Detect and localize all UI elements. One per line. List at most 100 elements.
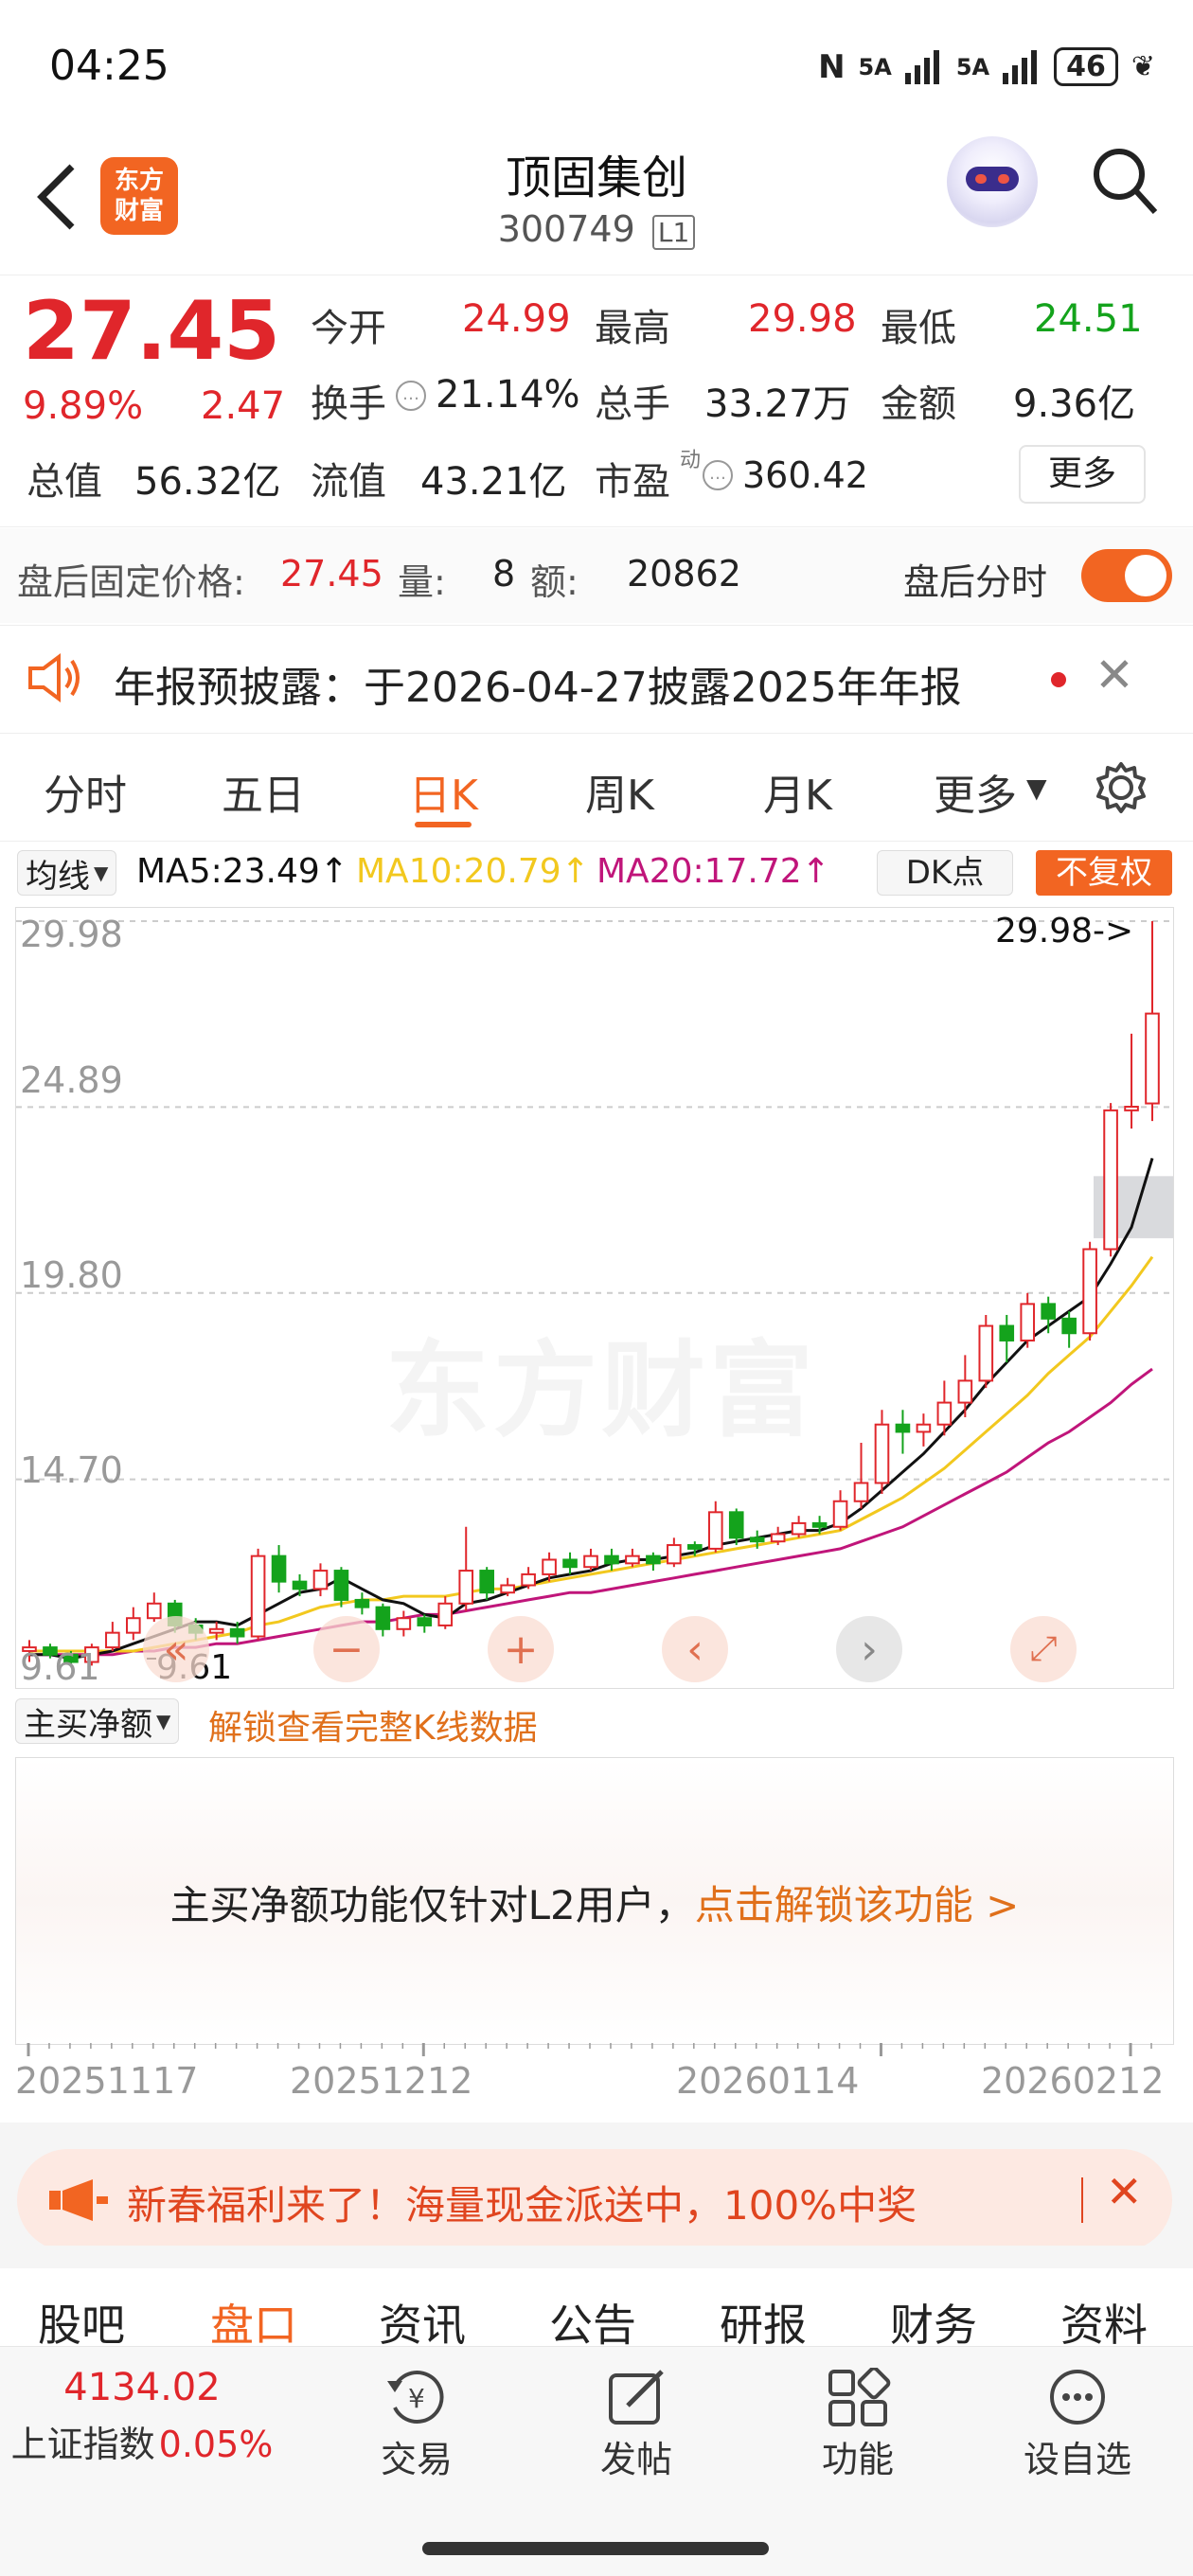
search-icon[interactable] — [1091, 146, 1159, 218]
signal-icon-2: 5A — [955, 53, 990, 80]
promo-banner[interactable]: 新春福利来了！海量现金派送中，100%中奖 ✕ — [17, 2149, 1172, 2251]
candle-up — [791, 1521, 807, 1536]
signal-bars-icon-2 — [1003, 49, 1038, 84]
section-tab-news[interactable]: 资讯 — [379, 2291, 466, 2354]
megaphone-icon — [49, 2179, 108, 2221]
ma10-value: MA10:20.79↑ — [356, 852, 590, 891]
market-cap-value: 56.32亿 — [134, 460, 281, 504]
ma-selector-label: 均线 — [26, 857, 90, 896]
candle-up — [458, 1570, 474, 1605]
prev-icon[interactable]: ‹ — [662, 1616, 728, 1682]
stock-title-block: 顶固集创 300749 L1 — [360, 140, 833, 250]
high-marker: 29.98-> — [995, 912, 1134, 950]
candle-up — [1082, 1248, 1097, 1335]
candle-down — [479, 1570, 494, 1594]
stock-header: 东方 财富 顶固集创 300749 L1 — [0, 133, 1193, 275]
notice-bar[interactable]: 年报预披露：于2026-04-27披露2025年年报 ✕ — [0, 629, 1193, 731]
section-tab-announcements[interactable]: 公告 — [549, 2291, 636, 2354]
y-label-4: 14.70 — [20, 1449, 123, 1491]
x-axis-ticks — [27, 2043, 1152, 2056]
l2-unlock-link[interactable]: 点击解锁该功能 > — [695, 1882, 1020, 1928]
back-icon[interactable] — [34, 161, 78, 233]
robot-assistant-icon[interactable] — [947, 136, 1038, 227]
speaker-icon — [28, 653, 80, 702]
close-icon[interactable]: ✕ — [1095, 648, 1134, 702]
candle-down — [1061, 1317, 1077, 1335]
tab-monthly-k[interactable]: 月K — [763, 761, 832, 822]
candle-down — [562, 1558, 578, 1569]
candle-up — [521, 1572, 536, 1587]
tab-more[interactable]: 更多 — [934, 761, 1017, 822]
tab-daily-k[interactable]: 日K — [409, 761, 478, 822]
nav-add-watchlist[interactable]: 设自选 — [1021, 2368, 1134, 2482]
ma20-value: MA20:17.72↑ — [596, 852, 830, 891]
signal-bars-icon — [904, 49, 939, 84]
candle-down — [292, 1580, 308, 1590]
edit-icon — [609, 2370, 664, 2425]
section-tab-profile[interactable]: 资料 — [1060, 2291, 1148, 2354]
ma-selector[interactable]: 均线 ▼ — [17, 850, 117, 896]
section-tab-quote[interactable]: 盘口 — [210, 2291, 297, 2354]
zoom-in-icon[interactable]: + — [488, 1616, 554, 1682]
current-price: 27.45 — [23, 284, 281, 379]
high-label: 最高 — [595, 307, 670, 350]
candle-down — [999, 1324, 1015, 1341]
more-button[interactable]: 更多 — [1019, 445, 1146, 504]
promo-text: 新春福利来了！海量现金派送中，100%中奖 — [127, 2182, 917, 2229]
adjust-button[interactable]: 不复权 — [1036, 850, 1172, 896]
app-logo: 东方 财富 — [100, 157, 178, 235]
kline-chart[interactable]: 东方财富 29.98 24.89 19.80 14.70 9.61 29.98-… — [15, 907, 1174, 1689]
promo-close-icon[interactable]: ✕ — [1106, 2166, 1143, 2217]
candle-up — [978, 1324, 994, 1382]
more-dots-icon — [1050, 2370, 1105, 2425]
after-hours-toggle[interactable] — [1081, 549, 1172, 602]
nfc-icon: N — [818, 47, 846, 86]
change-percent: 9.89% — [23, 384, 144, 428]
tab-timeshare[interactable]: 分时 — [44, 761, 127, 822]
nav-functions[interactable]: 功能 — [801, 2366, 915, 2482]
scroll-left-end-icon[interactable]: « — [143, 1616, 209, 1682]
candle-up — [437, 1602, 454, 1626]
pe-info-icon[interactable]: … — [703, 460, 733, 490]
after-hours-timeshare-label: 盘后分时 — [903, 561, 1048, 603]
y-label-min: 9.61 — [20, 1646, 100, 1688]
after-hours-vol-label: 量: — [398, 561, 446, 603]
nav-trade[interactable]: ¥ 交易 — [360, 2368, 473, 2482]
turnover-value: 21.14% — [436, 373, 580, 417]
y-label-max: 29.98 — [20, 914, 123, 955]
amount-value: 9.36亿 — [1013, 382, 1136, 426]
tab-weekly-k[interactable]: 周K — [585, 761, 654, 822]
zoom-out-icon[interactable]: − — [313, 1616, 380, 1682]
signal-icon: 5A — [858, 53, 892, 80]
status-bar: 04:25 N 5A 5A 46 ❦ — [0, 0, 1193, 133]
next-icon[interactable]: › — [836, 1616, 902, 1682]
home-indicator — [422, 2542, 769, 2555]
tab-more-caret-icon[interactable]: ▼ — [1026, 773, 1047, 804]
dk-point-button[interactable]: DK点 — [877, 850, 1013, 896]
x-label-1: 20251117 — [15, 2060, 199, 2102]
candle-down — [749, 1537, 765, 1543]
section-tab-finance[interactable]: 财务 — [890, 2291, 977, 2354]
nav-add-watchlist-label: 设自选 — [1023, 2439, 1131, 2480]
info-icon[interactable]: … — [396, 381, 426, 411]
sub-indicator-label: 主买净额 — [24, 1705, 152, 1744]
section-tab-forum[interactable]: 股吧 — [38, 2291, 125, 2354]
sub-caret-icon: ▼ — [156, 1710, 171, 1732]
after-hours-amt-label: 额: — [530, 561, 579, 603]
candle-up — [1020, 1303, 1036, 1341]
index-widget[interactable]: 4134.02 上证指数 0.05% — [0, 2366, 284, 2467]
promo-area: 新春福利来了！海量现金派送中，100%中奖 ✕ — [0, 2123, 1193, 2251]
x-label-2: 20251212 — [290, 2060, 473, 2102]
after-hours-label: 盘后固定价格: — [17, 561, 245, 603]
x-label-3: 20260114 — [676, 2060, 860, 2102]
logo-text-2: 财富 — [114, 197, 164, 225]
leaf-icon: ❦ — [1131, 50, 1155, 83]
fullscreen-icon[interactable]: ⤢ — [1010, 1616, 1077, 1682]
change-amount: 2.47 — [201, 384, 286, 428]
nav-post[interactable]: 发帖 — [579, 2368, 693, 2482]
unlock-kline-link[interactable]: 解锁查看完整K线数据 — [208, 1700, 538, 1750]
sub-indicator-selector[interactable]: 主买净额 ▼ — [15, 1698, 180, 1744]
settings-gear-icon[interactable] — [1095, 761, 1148, 814]
tab-five-day[interactable]: 五日 — [222, 761, 305, 822]
section-tab-research[interactable]: 研报 — [720, 2291, 807, 2354]
